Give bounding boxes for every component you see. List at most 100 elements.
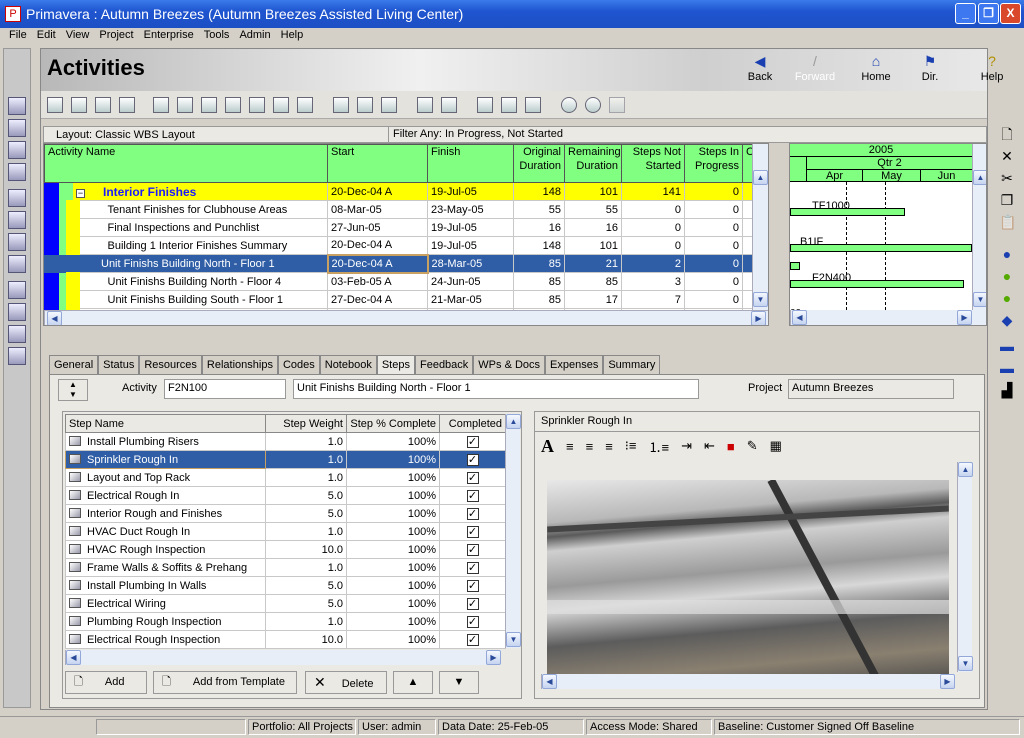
progress-icon[interactable] [297, 97, 313, 113]
assign-roles-icon[interactable]: ● [999, 268, 1015, 284]
scroll-right-icon[interactable]: ▶ [940, 674, 955, 689]
original-duration-cell[interactable]: 16 [513, 218, 565, 237]
tracking-icon[interactable] [8, 163, 26, 181]
step-row[interactable]: Frame Walls & Soffits & Prehang 1.0 100% ✓ [65, 558, 506, 577]
close-button[interactable]: X [1000, 3, 1021, 24]
copy-icon[interactable]: ❐ [999, 192, 1015, 208]
start-cell[interactable]: 20-Dec-04 A [327, 182, 428, 201]
tab-notebook[interactable]: Notebook [319, 355, 377, 375]
filter-icon[interactable] [417, 97, 433, 113]
step-pct-complete[interactable]: 100% [346, 468, 440, 487]
step-pct-complete[interactable]: 100% [346, 504, 440, 523]
step-pct-complete[interactable]: 100% [346, 486, 440, 505]
tab-resources[interactable]: Resources [139, 355, 202, 375]
original-duration-cell[interactable]: 148 [513, 182, 565, 201]
step-weight[interactable]: 5.0 [265, 504, 347, 523]
menu-file[interactable]: File [4, 28, 32, 45]
col-finish[interactable]: Finish [427, 144, 514, 183]
menu-enterprise[interactable]: Enterprise [139, 28, 199, 45]
maximize-button[interactable]: ❐ [978, 3, 999, 24]
col-steps-not-started[interactable]: Steps Not Started [621, 144, 685, 183]
scroll-right-icon[interactable]: ▶ [957, 310, 972, 325]
tab-codes[interactable]: Codes [277, 355, 320, 375]
assign-predecessors-icon[interactable]: ▬ [999, 338, 1015, 354]
align-left-icon[interactable]: ≡ [566, 439, 574, 454]
zoom-in-icon[interactable] [561, 97, 577, 113]
table-row[interactable]: Unit Finishs Building North - Floor 1 20-… [44, 253, 768, 274]
step-pct-complete[interactable]: 100% [346, 576, 440, 595]
expenses-icon[interactable] [8, 281, 26, 299]
assignments-icon[interactable] [8, 233, 26, 251]
step-weight[interactable]: 1.0 [265, 612, 347, 631]
risks-icon[interactable] [8, 347, 26, 365]
scroll-up-icon[interactable]: ▲ [506, 414, 521, 429]
col-remaining-duration[interactable]: Remaining Duration [564, 144, 622, 183]
scroll-down-icon[interactable]: ▼ [506, 632, 521, 647]
completed-checkbox[interactable]: ✓ [466, 525, 479, 538]
step-pct-complete[interactable]: 100% [346, 594, 440, 613]
completed-checkbox[interactable]: ✓ [466, 543, 479, 556]
gantt-bar[interactable] [790, 280, 964, 288]
progress-reporter-icon[interactable]: ▟ [999, 382, 1015, 398]
resources-icon[interactable] [8, 119, 26, 137]
original-duration-cell[interactable]: 148 [513, 236, 565, 255]
col-step-pct[interactable]: Step % Complete [346, 414, 440, 433]
finish-cell[interactable]: 19-Jul-05 [427, 182, 514, 201]
step-row[interactable]: Electrical Wiring 5.0 100% ✓ [65, 594, 506, 613]
menu-tools[interactable]: Tools [199, 28, 235, 45]
network-view-icon[interactable] [95, 97, 111, 113]
forward-button[interactable]: / Forward [793, 53, 837, 83]
wbs-row[interactable]: − Interior Finishes 20-Dec-04 A 19-Jul-05 14… [44, 182, 768, 201]
tab-status[interactable]: Status [98, 355, 140, 375]
step-weight[interactable]: 1.0 [265, 522, 347, 541]
step-row[interactable]: Install Plumbing Risers 1.0 100% ✓ [65, 432, 506, 451]
step-weight[interactable]: 1.0 [265, 450, 347, 469]
menu-admin[interactable]: Admin [234, 28, 275, 45]
add-step-button[interactable]: 🗋 Add [65, 671, 147, 694]
assign-resources-icon[interactable]: ● [999, 246, 1015, 262]
finish-cell[interactable]: 28-Mar-05 [427, 254, 514, 273]
col-activity-name[interactable]: Activity Name [44, 144, 328, 183]
table-row[interactable]: Unit Finishs Building South - Floor 1 27-… [44, 290, 768, 309]
activities-icon[interactable] [8, 211, 26, 229]
col-original-duration[interactable]: Original Duration [513, 144, 565, 183]
steps-vertical-scrollbar[interactable]: ▲ ▼ [505, 414, 521, 648]
wbs-icon[interactable] [8, 189, 26, 207]
issues-icon[interactable] [8, 325, 26, 343]
activity-nav-stepper[interactable]: ▲ ▼ [58, 379, 88, 401]
original-duration-cell[interactable]: 55 [513, 200, 565, 219]
tab-summary[interactable]: Summary [603, 355, 661, 375]
table-row[interactable]: Building 1 Interior Finishes Summary 20-D… [44, 236, 768, 255]
completed-checkbox[interactable]: ✓ [466, 453, 479, 466]
start-cell[interactable]: 03-Feb-05 A [327, 272, 428, 291]
add-from-template-button[interactable]: 🗋 Add from Template [153, 671, 297, 694]
scroll-left-icon[interactable]: ◀ [542, 674, 557, 689]
usage-spreadsheet-icon[interactable] [225, 97, 241, 113]
level-icon[interactable] [501, 97, 517, 113]
finish-cell[interactable]: 21-Mar-05 [427, 290, 514, 309]
step-row[interactable]: Plumbing Rough Inspection 1.0 100% ✓ [65, 612, 506, 631]
layout-dropdown[interactable]: Layout: Classic WBS Layout [56, 129, 195, 141]
original-duration-cell[interactable]: 85 [513, 290, 565, 309]
col-step-weight[interactable]: Step Weight [265, 414, 347, 433]
step-row[interactable]: Sprinkler Rough In 1.0 100% ✓ [65, 450, 506, 469]
table-icon[interactable]: ▦ [770, 438, 782, 454]
step-pct-complete[interactable]: 100% [346, 432, 440, 451]
menu-view[interactable]: View [61, 28, 95, 45]
font-icon[interactable]: A [541, 436, 554, 457]
scroll-up-icon[interactable]: ▲ [958, 462, 973, 477]
previous-activity-icon[interactable]: ▲ [59, 380, 87, 390]
tab-relationships[interactable]: Relationships [201, 355, 278, 375]
table-row[interactable]: Tenant Finishes for Clubhouse Areas 08-Ma… [44, 200, 768, 219]
link-icon[interactable]: ✎ [747, 438, 758, 454]
help-button[interactable]: ? Help [970, 53, 1014, 83]
align-center-icon[interactable]: ≡ [586, 439, 594, 454]
completed-checkbox[interactable]: ✓ [466, 633, 479, 646]
gantt-bar[interactable] [790, 244, 972, 252]
step-weight[interactable]: 10.0 [265, 540, 347, 559]
assign-codes-icon[interactable]: ● [999, 290, 1015, 306]
menu-edit[interactable]: Edit [32, 28, 61, 45]
step-row[interactable]: Electrical Rough Inspection 10.0 100% ✓ [65, 630, 506, 649]
start-cell[interactable]: 08-Mar-05 [327, 200, 428, 219]
completed-checkbox[interactable]: ✓ [466, 489, 479, 502]
